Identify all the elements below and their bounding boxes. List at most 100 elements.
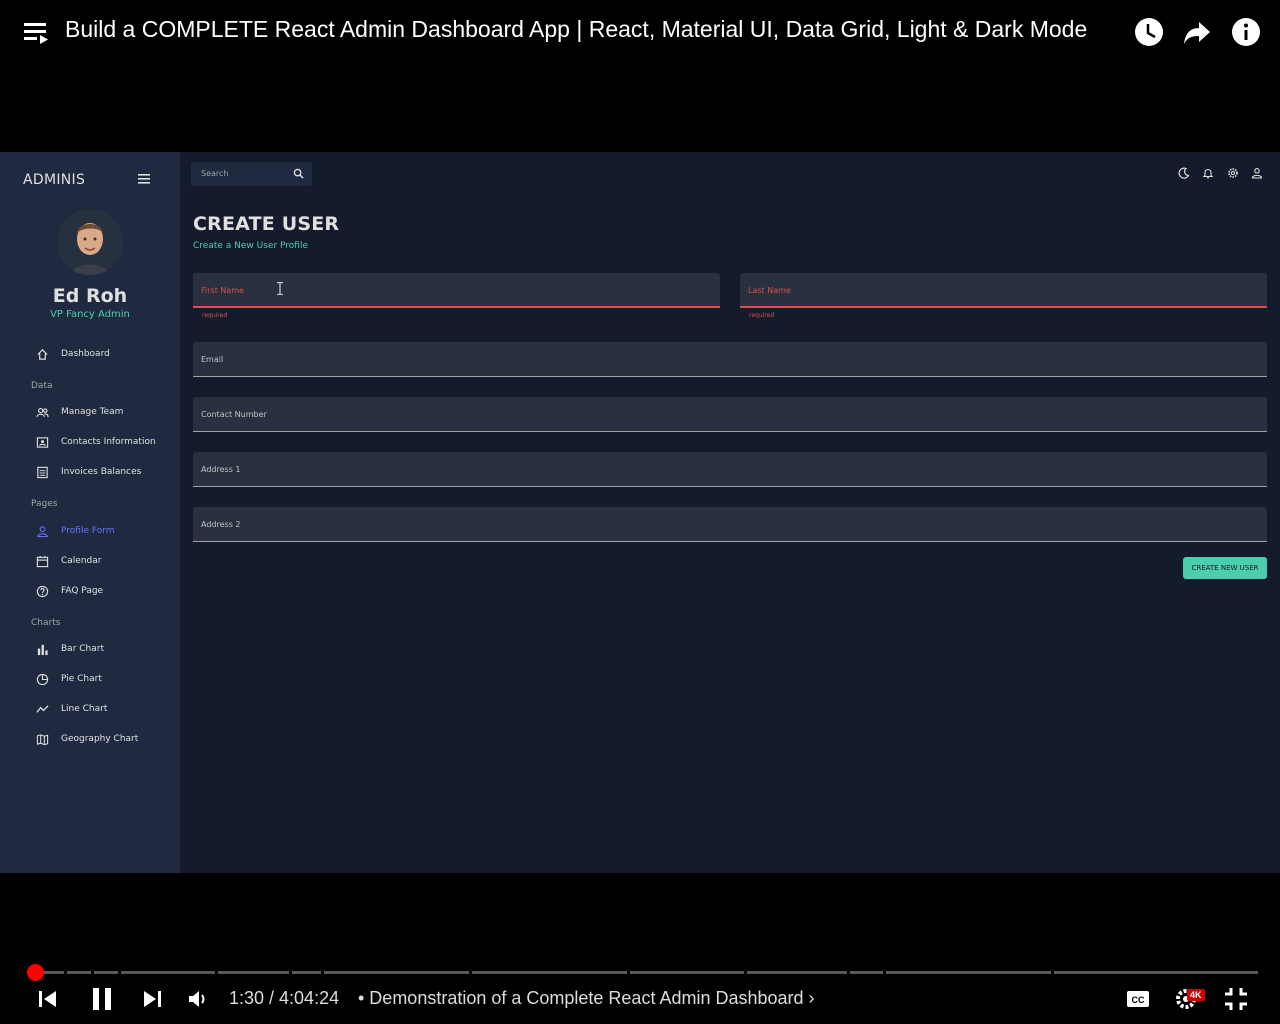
quality-badge: 4K [1187, 989, 1205, 1001]
chapter-marker [847, 971, 850, 974]
exit-fullscreen-icon[interactable] [1222, 985, 1250, 1013]
sidebar-item-pie-chart[interactable]: Pie Chart [36, 670, 102, 688]
last-name-field[interactable]: Last Name [740, 273, 1267, 308]
receipt-icon [37, 466, 48, 478]
contact-number-label: Contact Number [201, 410, 267, 419]
time-display: 1:30 / 4:04:24 [229, 988, 340, 1008]
chapter-marker [289, 971, 292, 974]
sidebar: ADMINIS Ed Roh VP Fancy Admin Dashboard … [0, 152, 180, 873]
avatar [57, 209, 123, 275]
contact-number-field[interactable]: Contact Number [193, 397, 1267, 432]
address-2-field[interactable]: Address 2 [193, 507, 1267, 542]
email-label: Email [201, 355, 224, 364]
profile-name: Ed Roh [52, 285, 128, 307]
home-icon [37, 348, 48, 360]
next-icon[interactable] [138, 985, 166, 1013]
sidebar-item-label: Dashboard [61, 349, 110, 359]
svg-text:CC: CC [1132, 995, 1145, 1005]
chapter-marker [883, 971, 886, 974]
first-name-error: required [202, 312, 228, 319]
address-1-label: Address 1 [201, 465, 241, 474]
captions-icon[interactable]: CC [1124, 985, 1152, 1013]
player-top-bar: Build a COMPLETE React Admin Dashboard A… [0, 0, 1280, 64]
dark-mode-icon[interactable] [1178, 167, 1190, 179]
first-name-field[interactable]: First Name [193, 273, 720, 308]
info-icon[interactable] [1230, 16, 1262, 48]
sidebar-item-profile-form[interactable]: Profile Form [36, 522, 115, 540]
map-icon [36, 733, 49, 745]
watch-later-icon[interactable] [1133, 16, 1165, 48]
sidebar-item-label: Calendar [61, 556, 102, 566]
search-icon[interactable] [293, 168, 304, 179]
people-icon [36, 407, 49, 417]
chapter-marker [627, 971, 630, 974]
address-1-field[interactable]: Address 1 [193, 452, 1267, 487]
sidebar-item-label: FAQ Page [61, 586, 104, 596]
video-frame[interactable]: ADMINIS Ed Roh VP Fancy Admin Dashboard … [0, 152, 1280, 873]
sidebar-item-contacts[interactable]: Contacts Information [36, 433, 156, 451]
chapter-title[interactable]: • Demonstration of a Complete React Admi… [358, 988, 815, 1009]
chapter-marker [321, 971, 324, 974]
brand-logo: ADMINIS [23, 172, 86, 188]
chapter-marker [744, 971, 747, 974]
chapter-marker [118, 971, 121, 974]
sidebar-item-calendar[interactable]: Calendar [36, 552, 101, 570]
notifications-icon[interactable] [1202, 167, 1214, 179]
settings-icon[interactable] [1227, 167, 1239, 179]
nav-section-pages: Pages [31, 499, 58, 509]
progress-bar[interactable] [27, 964, 1258, 981]
last-name-error: required [749, 312, 775, 319]
sidebar-item-geography-chart[interactable]: Geography Chart [36, 730, 138, 748]
last-name-label: Last Name [748, 286, 791, 295]
create-new-user-button[interactable]: CREATE NEW USER [1183, 557, 1267, 579]
sidebar-item-dashboard[interactable]: Dashboard [36, 345, 110, 363]
sidebar-item-label: Geography Chart [61, 734, 139, 744]
sidebar-item-manage-team[interactable]: Manage Team [36, 403, 123, 421]
pause-icon[interactable] [88, 985, 116, 1013]
chapter-title-text: • Demonstration of a Complete React Admi… [358, 988, 804, 1008]
profile-role: VP Fancy Admin [50, 309, 130, 320]
chapter-marker [1051, 971, 1054, 974]
sidebar-item-label: Bar Chart [61, 644, 104, 654]
bar-chart-icon [37, 644, 48, 655]
menu-toggle-icon[interactable] [138, 174, 150, 184]
chapter-marker [215, 971, 218, 974]
calendar-icon [36, 555, 49, 567]
sidebar-item-label: Manage Team [61, 407, 124, 417]
pie-chart-icon [36, 673, 49, 685]
share-icon[interactable] [1181, 16, 1213, 48]
sidebar-item-bar-chart[interactable]: Bar Chart [36, 640, 104, 658]
previous-icon[interactable] [34, 985, 62, 1013]
sidebar-item-label: Line Chart [61, 704, 108, 714]
video-title[interactable]: Build a COMPLETE React Admin Dashboard A… [65, 16, 1087, 43]
sidebar-item-label: Contacts Information [61, 437, 156, 447]
sidebar-item-label: Invoices Balances [61, 467, 142, 477]
sidebar-item-line-chart[interactable]: Line Chart [36, 700, 107, 718]
sidebar-item-label: Pie Chart [61, 674, 102, 684]
contacts-icon [36, 436, 49, 448]
sidebar-item-faq[interactable]: FAQ Page [36, 582, 103, 600]
scrubber-handle[interactable] [27, 964, 45, 981]
help-icon [36, 585, 49, 597]
page-title: CREATE USER [193, 213, 340, 235]
nav-section-data: Data [31, 381, 53, 391]
volume-icon[interactable] [184, 985, 212, 1013]
nav-section-charts: Charts [31, 618, 61, 628]
playlist-icon[interactable] [24, 22, 50, 44]
search-bar[interactable]: Search [191, 162, 312, 186]
timeline-icon [36, 704, 49, 713]
address-2-label: Address 2 [201, 520, 241, 529]
text-cursor-icon [277, 282, 283, 295]
user-icon[interactable] [1251, 167, 1263, 179]
chapter-marker [469, 971, 472, 974]
sidebar-item-invoices[interactable]: Invoices Balances [36, 463, 141, 481]
first-name-label: First Name [201, 286, 244, 295]
main-content: Search CREATE USER Create a New User Pro… [180, 152, 1280, 873]
chapter-marker [91, 971, 94, 974]
person-icon [37, 525, 48, 537]
page-subtitle: Create a New User Profile [193, 241, 308, 251]
search-input[interactable]: Search [201, 169, 228, 178]
email-field[interactable]: Email [193, 342, 1267, 377]
sidebar-item-label: Profile Form [61, 526, 115, 536]
chapter-marker [64, 971, 67, 974]
